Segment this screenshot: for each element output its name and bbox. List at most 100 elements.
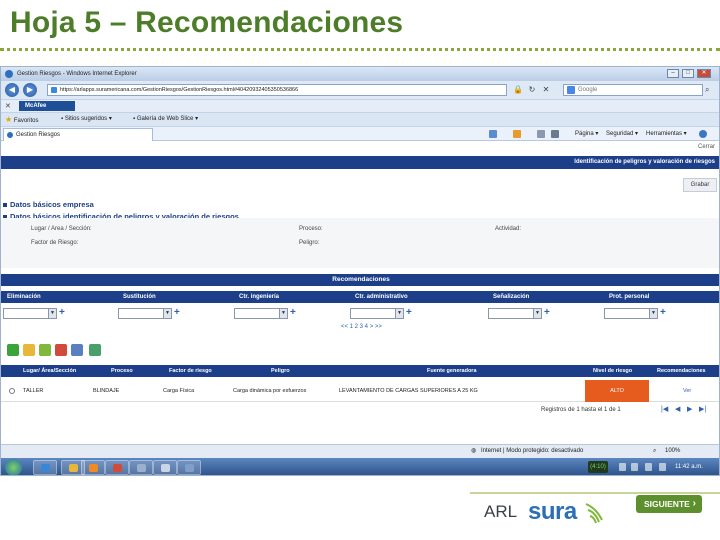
process-label: Proceso:	[299, 226, 323, 232]
first-page-icon[interactable]: |◀	[661, 405, 668, 413]
next-page-icon[interactable]: ▶	[687, 405, 692, 413]
grid-col-source: Fuente generadora	[427, 368, 477, 374]
page-menu[interactable]: Página ▾	[575, 127, 598, 141]
last-page-icon[interactable]: ▶|	[699, 405, 706, 413]
favorites-bar: ★ Favoritos ▪ Sitios sugeridos ▾ ▪ Galer…	[1, 112, 719, 126]
app-content: Cerrar Identificación de peligros y valo…	[1, 142, 719, 454]
feeds-icon[interactable]	[513, 130, 521, 138]
chevron-down-icon: ▼	[533, 309, 541, 318]
sura-logo: sura	[528, 498, 577, 525]
clock[interactable]: 11:42 a.m.	[675, 458, 703, 475]
tools-menu[interactable]: Herramientas ▾	[646, 127, 687, 141]
ie-icon	[41, 464, 50, 472]
print-icon[interactable]	[551, 130, 559, 138]
export-icon[interactable]	[39, 344, 51, 356]
close-icon[interactable]: ✕	[697, 69, 711, 78]
search-icon[interactable]: ⌕	[705, 85, 709, 95]
personal-protection-select[interactable]: ▼	[604, 308, 658, 319]
add-substitution-icon[interactable]: +	[174, 307, 180, 318]
substitution-select[interactable]: ▼	[118, 308, 172, 319]
cell-source: LEVANTAMIENTO DE CARGAS SUPERIORES A 25 …	[339, 388, 478, 394]
back-icon[interactable]: ◀	[5, 83, 19, 97]
add-elimination-icon[interactable]: +	[59, 307, 65, 318]
table-row[interactable]: TALLER BLINDAJE Carga Física Carga dinám…	[1, 380, 719, 402]
start-button-icon[interactable]	[5, 459, 22, 475]
home-icon[interactable]	[489, 130, 497, 138]
tray-sound-icon[interactable]	[645, 463, 652, 471]
stop-icon[interactable]: ✕	[541, 85, 551, 95]
taskbar-media-app[interactable]	[81, 460, 105, 475]
footer-divider	[470, 492, 720, 494]
slide-title: Hoja 5 – Recomendaciones	[10, 6, 404, 39]
browser-window-title: Gestion Riesgos - Windows Internet Explo…	[17, 71, 137, 77]
col-substitution: Sustitución	[123, 294, 156, 300]
command-bar: Gestion Riesgos Página ▾ Seguridad ▾ Her…	[1, 126, 719, 141]
suggested-sites-link[interactable]: ▪ Sitios sugeridos ▾	[61, 113, 112, 126]
addon-toolbar: ✕ McAfee	[1, 99, 719, 112]
taskbar-app-6[interactable]	[177, 460, 201, 475]
help-icon[interactable]	[699, 130, 707, 138]
security-menu[interactable]: Seguridad ▾	[606, 127, 638, 141]
windows-taskbar: (4:10) 11:42 a.m.	[1, 458, 719, 475]
app-icon	[161, 464, 170, 472]
row-select-radio[interactable]	[9, 388, 15, 394]
add-record-icon[interactable]	[7, 344, 19, 356]
grid-col-risk-level: Nivel de riesgo	[593, 368, 633, 374]
search-engine-label: Google	[578, 87, 598, 93]
web-slice-icon: ▪	[133, 116, 136, 122]
engineering-select[interactable]: ▼	[234, 308, 288, 319]
browser-titlebar: Gestion Riesgos - Windows Internet Explo…	[1, 67, 719, 81]
risk-level-badge: ALTO	[585, 380, 649, 402]
report-icon[interactable]	[71, 344, 83, 356]
close-link[interactable]: Cerrar	[698, 144, 715, 150]
add-engineering-icon[interactable]: +	[290, 307, 296, 318]
recommendations-pager[interactable]: << 1 2 3 4 > >>	[341, 324, 382, 330]
google-icon	[567, 86, 575, 94]
mcafee-button[interactable]: McAfee	[19, 101, 75, 111]
maximize-icon[interactable]: □	[682, 69, 694, 78]
delete-record-icon[interactable]	[55, 344, 67, 356]
col-engineering: Ctr. ingeniería	[239, 294, 280, 300]
tray-badge[interactable]: (4:10)	[588, 461, 608, 473]
taskbar-chrome-app[interactable]	[105, 460, 129, 475]
lock-icon	[51, 87, 57, 93]
protected-mode-status: Internet | Modo protegido: desactivado	[481, 448, 584, 454]
forward-icon[interactable]: ▶	[23, 83, 37, 97]
url-input[interactable]: https://arlapps.suramericana.com/Gestion…	[47, 84, 507, 96]
minimize-icon[interactable]: –	[667, 69, 679, 78]
zoom-level[interactable]: 100%	[665, 445, 680, 458]
tray-power-icon[interactable]	[659, 463, 666, 471]
chevron-down-icon: ▼	[48, 309, 56, 318]
save-button[interactable]: Grabar	[683, 178, 717, 192]
web-slice-gallery-link[interactable]: ▪ Galería de Web Slice ▾	[133, 113, 198, 126]
app-icon	[137, 464, 146, 472]
administrative-select[interactable]: ▼	[350, 308, 404, 319]
prev-page-icon[interactable]: ◀	[675, 405, 680, 413]
add-administrative-icon[interactable]: +	[406, 307, 412, 318]
search-input[interactable]: Google	[563, 84, 703, 96]
taskbar-app-4[interactable]	[129, 460, 153, 475]
edit-record-icon[interactable]	[23, 344, 35, 356]
refresh-grid-icon[interactable]	[89, 344, 101, 356]
tray-network-icon[interactable]	[631, 463, 638, 471]
taskbar-ie-app[interactable]	[33, 460, 57, 475]
close-toolbar-icon[interactable]: ✕	[5, 102, 11, 110]
lock-status-icon[interactable]: 🔒	[513, 85, 523, 95]
tab-gestion-riesgos[interactable]: Gestion Riesgos	[3, 128, 153, 141]
col-signage: Señalización	[493, 294, 530, 300]
taskbar-app-5[interactable]	[153, 460, 177, 475]
globe-icon: ◍	[471, 448, 477, 454]
refresh-icon[interactable]: ↻	[527, 85, 537, 95]
recommendations-columns: Eliminación Sustitución Ctr. ingeniería …	[1, 291, 719, 303]
view-recommendations-link[interactable]: Ver	[683, 380, 691, 402]
chevron-down-icon: ▼	[395, 309, 403, 318]
signage-select[interactable]: ▼	[488, 308, 542, 319]
add-personal-protection-icon[interactable]: +	[660, 307, 666, 318]
elimination-select[interactable]: ▼	[3, 308, 57, 319]
next-button[interactable]: SIGUIENTE ›	[636, 495, 702, 513]
mail-icon[interactable]	[537, 130, 545, 138]
tray-flag-icon[interactable]	[619, 463, 626, 471]
section-company-data[interactable]: Datos básicos empresa	[3, 200, 94, 209]
records-count: Registros de 1 hasta el 1 de 1	[541, 407, 621, 413]
add-signage-icon[interactable]: +	[544, 307, 550, 318]
